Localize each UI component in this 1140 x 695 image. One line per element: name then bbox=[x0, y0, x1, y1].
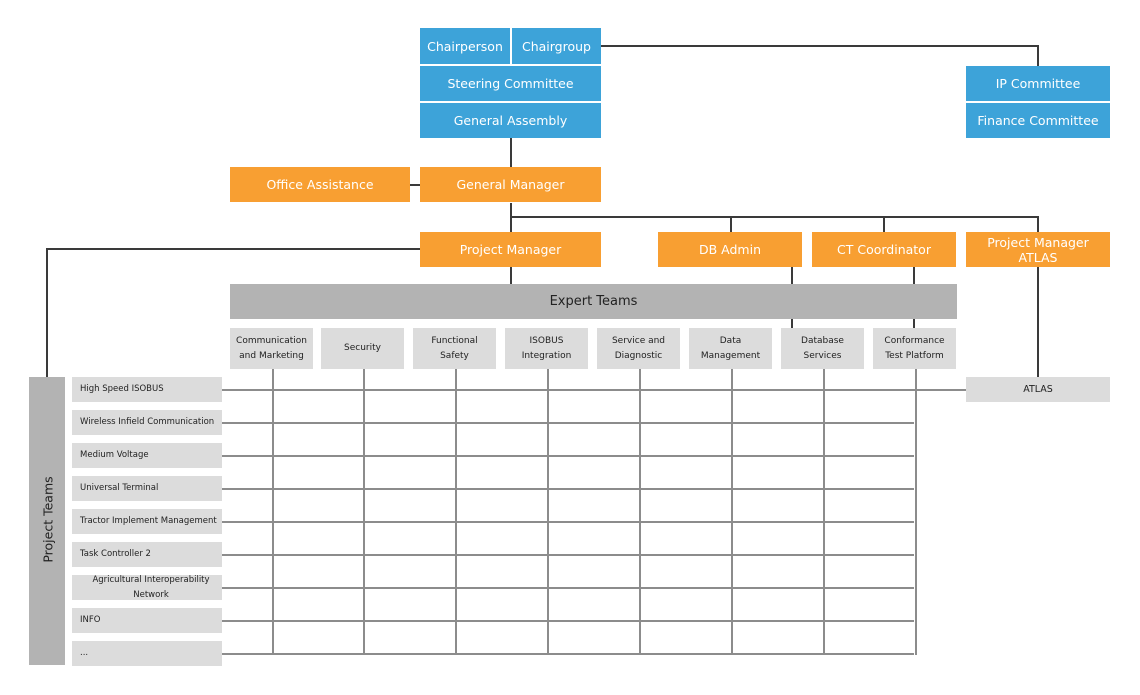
grid-column-line bbox=[731, 369, 733, 655]
connector-mgmt-bus bbox=[510, 216, 1039, 218]
expert-team-label-line1: Functional bbox=[431, 335, 478, 346]
connector-pmatlas-atlas bbox=[1037, 267, 1039, 377]
project-team-2[interactable]: Medium Voltage bbox=[72, 443, 222, 468]
project-teams-title: Project Teams bbox=[40, 476, 56, 563]
ip-committee-box[interactable]: IP Committee bbox=[966, 66, 1110, 101]
expert-team-6[interactable]: Database Services bbox=[781, 328, 864, 369]
connector-project-teams-drop bbox=[46, 248, 48, 377]
general-assembly-box[interactable]: General Assembly bbox=[420, 103, 601, 138]
connector-dbadmin-drop bbox=[730, 216, 732, 232]
ct-coordinator-box[interactable]: CT Coordinator bbox=[812, 232, 956, 267]
project-team-label: Agricultural Interoperability Network bbox=[92, 574, 210, 600]
expert-team-label-line2: Test Platform bbox=[885, 350, 944, 361]
project-team-label: Medium Voltage bbox=[80, 450, 149, 460]
expert-team-label-line2: Management bbox=[700, 350, 761, 361]
expert-team-label-line2: Diagnostic bbox=[614, 350, 663, 361]
db-admin-box[interactable]: DB Admin bbox=[658, 232, 802, 267]
atlas-label: ATLAS bbox=[1023, 384, 1053, 395]
grid-row-line bbox=[222, 554, 914, 556]
project-team-6[interactable]: Agricultural Interoperability Network bbox=[72, 575, 222, 600]
steering-committee-label: Steering Committee bbox=[447, 76, 574, 91]
project-manager-label: Project Manager bbox=[459, 242, 562, 257]
connector-ct-drop bbox=[883, 216, 885, 232]
steering-committee-box[interactable]: Steering Committee bbox=[420, 66, 601, 101]
chairperson-label: Chairperson bbox=[427, 38, 503, 54]
grid-row-line bbox=[222, 653, 914, 655]
grid-column-line bbox=[547, 369, 549, 655]
expert-team-0[interactable]: Communication and Marketing bbox=[230, 328, 313, 369]
ct-coordinator-label: CT Coordinator bbox=[837, 242, 931, 257]
expert-team-label-line1: Conformance bbox=[884, 335, 945, 346]
grid-row-line bbox=[222, 521, 914, 523]
expert-team-label-line2: Integration bbox=[521, 350, 572, 361]
project-team-1[interactable]: Wireless Infield Communication bbox=[72, 410, 222, 435]
expert-team-label-line2: and Marketing bbox=[239, 350, 304, 361]
grid-column-line bbox=[363, 369, 365, 655]
db-admin-label: DB Admin bbox=[698, 242, 761, 257]
grid-column-line bbox=[455, 369, 457, 655]
connector-pm-project-teams bbox=[46, 248, 421, 250]
project-team-8[interactable]: ... bbox=[72, 641, 222, 666]
grid-column-line bbox=[272, 369, 274, 655]
grid-column-line bbox=[639, 369, 641, 655]
expert-team-1[interactable]: Security bbox=[321, 328, 404, 369]
grid-row-line bbox=[222, 488, 914, 490]
expert-teams-header[interactable]: Expert Teams bbox=[230, 284, 957, 319]
chairperson-box[interactable]: Chairperson bbox=[420, 28, 510, 64]
expert-team-7[interactable]: Conformance Test Platform bbox=[873, 328, 956, 369]
expert-team-label-line1: Security bbox=[344, 343, 381, 353]
expert-team-label-line1: Communication bbox=[236, 335, 307, 346]
atlas-box[interactable]: ATLAS bbox=[966, 377, 1110, 402]
project-team-label: Task Controller 2 bbox=[80, 549, 151, 559]
project-team-label: High Speed ISOBUS bbox=[80, 384, 164, 394]
chairgroup-label: Chairgroup bbox=[521, 38, 591, 54]
grid-row-line bbox=[222, 389, 966, 391]
grid-row-line bbox=[222, 587, 914, 589]
project-manager-atlas-box[interactable]: Project Manager ATLAS bbox=[966, 232, 1110, 267]
expert-team-label-line1: Data bbox=[719, 335, 742, 346]
expert-teams-title: Expert Teams bbox=[549, 294, 638, 309]
expert-team-label-line2: Safety bbox=[440, 350, 469, 361]
project-team-7[interactable]: INFO bbox=[72, 608, 222, 633]
grid-row-line bbox=[222, 422, 914, 424]
grid-column-line bbox=[915, 369, 917, 655]
project-team-label: Universal Terminal bbox=[80, 483, 159, 493]
grid-row-line bbox=[222, 620, 914, 622]
expert-team-2[interactable]: Functional Safety bbox=[413, 328, 496, 369]
general-manager-box[interactable]: General Manager bbox=[420, 167, 601, 202]
project-team-label: INFO bbox=[80, 615, 101, 625]
expert-team-label-line1: Service and bbox=[611, 335, 666, 346]
connector-pm-expert bbox=[510, 267, 512, 284]
grid-row-line bbox=[222, 455, 914, 457]
general-manager-label: General Manager bbox=[456, 177, 565, 192]
expert-team-label-line1: ISOBUS bbox=[529, 335, 564, 346]
expert-team-5[interactable]: Data Management bbox=[689, 328, 772, 369]
office-assistance-label: Office Assistance bbox=[266, 177, 374, 192]
general-assembly-label: General Assembly bbox=[453, 113, 568, 128]
project-manager-box[interactable]: Project Manager bbox=[420, 232, 601, 267]
project-team-label: ... bbox=[80, 648, 89, 658]
expert-team-3[interactable]: ISOBUS Integration bbox=[505, 328, 588, 369]
project-team-label: Tractor Implement Management bbox=[80, 516, 217, 526]
project-team-5[interactable]: Task Controller 2 bbox=[72, 542, 222, 567]
connector-ip-drop bbox=[1037, 45, 1039, 66]
connector-chairgroup-ip bbox=[601, 45, 1039, 47]
project-team-0[interactable]: High Speed ISOBUS bbox=[72, 377, 222, 402]
grid-column-line bbox=[823, 369, 825, 655]
office-assistance-box[interactable]: Office Assistance bbox=[230, 167, 410, 202]
expert-team-label-line1: Database bbox=[801, 335, 844, 346]
expert-team-4[interactable]: Service and Diagnostic bbox=[597, 328, 680, 369]
chairgroup-box[interactable]: Chairgroup bbox=[512, 28, 601, 64]
project-manager-atlas-label: Project Manager ATLAS bbox=[987, 234, 1089, 265]
connector-assembly-gm bbox=[510, 138, 512, 167]
connector-pmatlas-drop bbox=[1037, 216, 1039, 232]
finance-committee-label: Finance Committee bbox=[977, 113, 1099, 128]
ip-committee-label: IP Committee bbox=[995, 76, 1081, 91]
project-team-3[interactable]: Universal Terminal bbox=[72, 476, 222, 501]
finance-committee-box[interactable]: Finance Committee bbox=[966, 103, 1110, 138]
project-team-label: Wireless Infield Communication bbox=[80, 417, 215, 427]
expert-team-label-line2: Services bbox=[803, 350, 842, 361]
project-team-4[interactable]: Tractor Implement Management bbox=[72, 509, 222, 534]
